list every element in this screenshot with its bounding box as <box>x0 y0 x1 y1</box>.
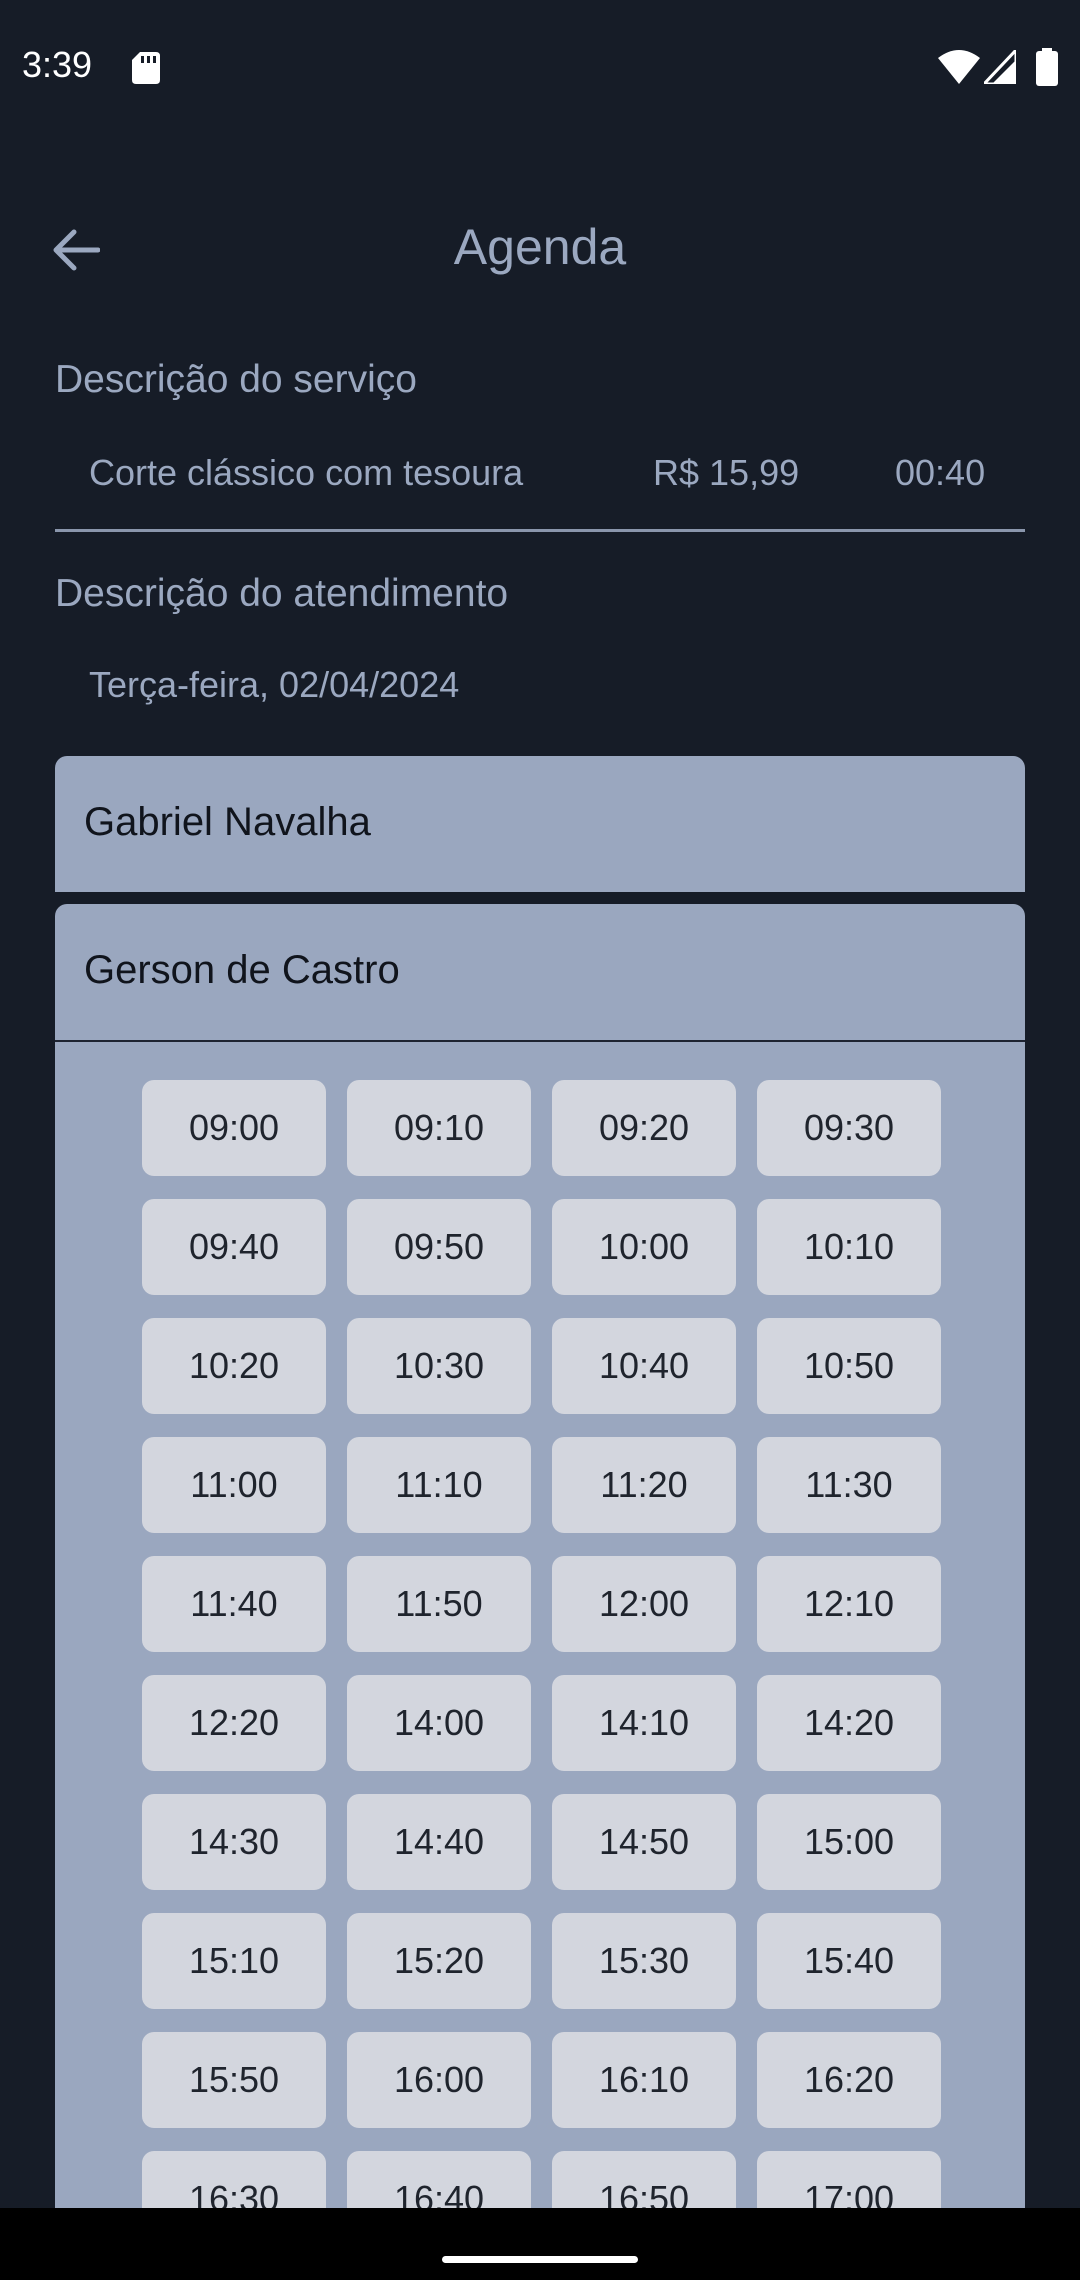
time-slot-button[interactable]: 09:10 <box>347 1080 531 1176</box>
time-slot-button[interactable]: 12:10 <box>757 1556 941 1652</box>
time-slot-button[interactable]: 10:40 <box>552 1318 736 1414</box>
time-slot-button[interactable]: 09:30 <box>757 1080 941 1176</box>
professional-name: Gerson de Castro <box>84 948 400 992</box>
signal-icon <box>984 50 1016 84</box>
service-name: Corte clássico com tesoura <box>89 452 524 493</box>
wifi-icon <box>938 50 980 84</box>
time-slot-button[interactable]: 11:00 <box>142 1437 326 1533</box>
time-slot-button[interactable]: 10:30 <box>347 1318 531 1414</box>
professional-name: Gabriel Navalha <box>84 800 371 844</box>
time-slot-button[interactable]: 10:50 <box>757 1318 941 1414</box>
service-duration: 00:40 <box>895 452 986 493</box>
time-slot-button[interactable]: 11:20 <box>552 1437 736 1533</box>
time-slot-button[interactable]: 12:00 <box>552 1556 736 1652</box>
time-slot-button[interactable]: 14:20 <box>757 1675 941 1771</box>
time-slots-grid: 09:00 09:10 09:20 09:30 09:40 09:50 10:00 10:10… <box>142 1080 942 2208</box>
time-slot-button[interactable]: 14:40 <box>347 1794 531 1890</box>
time-slot-button[interactable]: 17:00 <box>757 2151 941 2208</box>
status-time: 3:39 <box>22 44 93 85</box>
status-bar: 3:39 <box>0 0 1080 136</box>
appointment-section-label: Descrição do atendimento <box>55 572 509 615</box>
time-slot-button[interactable]: 16:40 <box>347 2151 531 2208</box>
time-slot-button[interactable]: 15:00 <box>757 1794 941 1890</box>
time-slot-button[interactable]: 15:10 <box>142 1913 326 2009</box>
time-slot-button[interactable]: 09:50 <box>347 1199 531 1295</box>
navigation-bar <box>0 2208 1080 2280</box>
time-slot-button[interactable]: 10:00 <box>552 1199 736 1295</box>
sd-card-icon <box>132 52 160 84</box>
time-slot-button[interactable]: 11:10 <box>347 1437 531 1533</box>
time-slot-button[interactable]: 15:40 <box>757 1913 941 2009</box>
time-slot-button[interactable]: 15:50 <box>142 2032 326 2128</box>
time-slot-button[interactable]: 11:40 <box>142 1556 326 1652</box>
time-slot-button[interactable]: 14:50 <box>552 1794 736 1890</box>
battery-icon <box>1036 48 1058 86</box>
time-slot-button[interactable]: 12:20 <box>142 1675 326 1771</box>
time-slot-button[interactable]: 10:20 <box>142 1318 326 1414</box>
time-slot-button[interactable]: 10:10 <box>757 1199 941 1295</box>
time-slot-button[interactable]: 16:50 <box>552 2151 736 2208</box>
time-slot-button[interactable]: 16:30 <box>142 2151 326 2208</box>
time-slot-button[interactable]: 16:00 <box>347 2032 531 2128</box>
time-slot-button[interactable]: 09:00 <box>142 1080 326 1176</box>
time-slot-button[interactable]: 14:10 <box>552 1675 736 1771</box>
time-slot-button[interactable]: 16:10 <box>552 2032 736 2128</box>
time-slot-button[interactable]: 15:30 <box>552 1913 736 2009</box>
agenda-screen: 3:39 Agenda Descrição do serviço Corte c… <box>0 0 1080 2280</box>
service-price: R$ 15,99 <box>653 452 800 493</box>
time-slot-button[interactable]: 11:50 <box>347 1556 531 1652</box>
time-slot-button[interactable]: 14:30 <box>142 1794 326 1890</box>
time-slot-button[interactable]: 09:40 <box>142 1199 326 1295</box>
home-indicator[interactable] <box>442 2256 638 2263</box>
time-slot-button[interactable]: 15:20 <box>347 1913 531 2009</box>
time-slot-button[interactable]: 14:00 <box>347 1675 531 1771</box>
professional-card-gabriel[interactable]: Gabriel Navalha <box>55 756 1025 892</box>
service-row: Corte clássico com tesoura R$ 15,99 00:4… <box>55 440 1025 532</box>
time-slot-button[interactable]: 16:20 <box>757 2032 941 2128</box>
divider <box>55 1040 1025 1042</box>
time-slot-button[interactable]: 11:30 <box>757 1437 941 1533</box>
page-title: Agenda <box>453 219 627 275</box>
appointment-date: Terça-feira, 02/04/2024 <box>89 664 460 705</box>
service-section-label: Descrição do serviço <box>55 358 417 401</box>
professional-card-gerson[interactable]: Gerson de Castro 09:00 09:10 09:20 09:30 09:… <box>55 904 1025 2208</box>
time-slot-button[interactable]: 09:20 <box>552 1080 736 1176</box>
